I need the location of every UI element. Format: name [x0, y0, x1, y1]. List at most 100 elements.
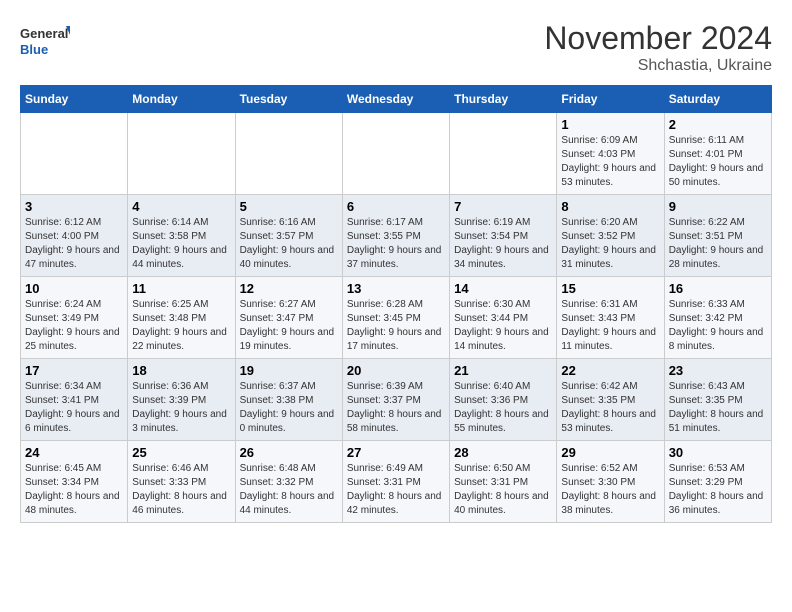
- calendar-week-row: 3Sunrise: 6:12 AMSunset: 4:00 PMDaylight…: [21, 195, 772, 277]
- weekday-header: Monday: [128, 86, 235, 113]
- calendar-cell: 25 Sunrise: 6:46 AMSunset: 3:33 PMDayligh…: [128, 441, 235, 523]
- day-number: 11: [132, 281, 230, 296]
- calendar-cell: 9 Sunrise: 6:22 AMSunset: 3:51 PMDaylight…: [664, 195, 771, 277]
- day-number: 14: [454, 281, 552, 296]
- day-info: Sunrise: 6:50 AMSunset: 3:31 PMDaylight:…: [454, 462, 552, 518]
- calendar-week-row: 1 Sunrise: 6:09 AMSunset: 4:03 PMDaylight…: [21, 113, 772, 195]
- weekday-header: Tuesday: [235, 86, 342, 113]
- day-number: 9: [669, 199, 767, 214]
- day-info: Sunrise: 6:37 AMSunset: 3:38 PMDaylight:…: [240, 380, 338, 436]
- day-number: 30: [669, 445, 767, 460]
- calendar-cell: 21 Sunrise: 6:40 AMSunset: 3:36 PMDayligh…: [450, 359, 557, 441]
- day-number: 13: [347, 281, 445, 296]
- calendar-cell: 29Sunrise: 6:52 AMSunset: 3:30 PMDayligh…: [557, 441, 664, 523]
- day-info: Sunrise: 6:43 AMSunset: 3:35 PMDaylight:…: [669, 380, 767, 436]
- logo: General Blue: [20, 20, 70, 65]
- day-number: 6: [347, 199, 445, 214]
- calendar-week-row: 24 Sunrise: 6:45 AMSunset: 3:34 PMDayligh…: [21, 441, 772, 523]
- day-number: 29: [561, 445, 659, 460]
- calendar-week-row: 10Sunrise: 6:24 AMSunset: 3:49 PMDayligh…: [21, 277, 772, 359]
- day-number: 23: [669, 363, 767, 378]
- day-info: Sunrise: 6:12 AMSunset: 4:00 PMDaylight:…: [25, 216, 123, 272]
- day-info: Sunrise: 6:27 AMSunset: 3:47 PMDaylight:…: [240, 298, 338, 354]
- day-number: 5: [240, 199, 338, 214]
- weekday-header: Thursday: [450, 86, 557, 113]
- weekday-header: Friday: [557, 86, 664, 113]
- day-number: 26: [240, 445, 338, 460]
- calendar-cell: 2Sunrise: 6:11 AMSunset: 4:01 PMDaylight…: [664, 113, 771, 195]
- weekday-header: Sunday: [21, 86, 128, 113]
- calendar-cell: 27Sunrise: 6:49 AMSunset: 3:31 PMDayligh…: [342, 441, 449, 523]
- day-info: Sunrise: 6:30 AMSunset: 3:44 PMDaylight:…: [454, 298, 552, 354]
- calendar-cell: 22 Sunrise: 6:42 AMSunset: 3:35 PMDayligh…: [557, 359, 664, 441]
- day-info: Sunrise: 6:36 AMSunset: 3:39 PMDaylight:…: [132, 380, 230, 436]
- svg-text:Blue: Blue: [20, 42, 48, 57]
- day-number: 16: [669, 281, 767, 296]
- day-number: 18: [132, 363, 230, 378]
- day-info: Sunrise: 6:22 AMSunset: 3:51 PMDaylight:…: [669, 216, 767, 272]
- day-info: Sunrise: 6:53 AMSunset: 3:29 PMDaylight:…: [669, 462, 767, 518]
- calendar-cell: 4Sunrise: 6:14 AMSunset: 3:58 PMDaylight…: [128, 195, 235, 277]
- day-info: Sunrise: 6:17 AMSunset: 3:55 PMDaylight:…: [347, 216, 445, 272]
- day-info: Sunrise: 6:39 AMSunset: 3:37 PMDaylight:…: [347, 380, 445, 436]
- day-info: Sunrise: 6:31 AMSunset: 3:43 PMDaylight:…: [561, 298, 659, 354]
- day-number: 2: [669, 117, 767, 132]
- day-number: 15: [561, 281, 659, 296]
- day-info: Sunrise: 6:40 AMSunset: 3:36 PMDaylight:…: [454, 380, 552, 436]
- weekday-header-row: SundayMondayTuesdayWednesdayThursdayFrid…: [21, 86, 772, 113]
- calendar-cell: 10Sunrise: 6:24 AMSunset: 3:49 PMDayligh…: [21, 277, 128, 359]
- calendar-week-row: 17Sunrise: 6:34 AMSunset: 3:41 PMDayligh…: [21, 359, 772, 441]
- calendar-cell: 20 Sunrise: 6:39 AMSunset: 3:37 PMDayligh…: [342, 359, 449, 441]
- calendar-cell: [342, 113, 449, 195]
- calendar-cell: 17Sunrise: 6:34 AMSunset: 3:41 PMDayligh…: [21, 359, 128, 441]
- calendar-cell: 13 Sunrise: 6:28 AMSunset: 3:45 PMDayligh…: [342, 277, 449, 359]
- calendar-cell: 19 Sunrise: 6:37 AMSunset: 3:38 PMDayligh…: [235, 359, 342, 441]
- day-info: Sunrise: 6:20 AMSunset: 3:52 PMDaylight:…: [561, 216, 659, 272]
- day-number: 10: [25, 281, 123, 296]
- day-info: Sunrise: 6:42 AMSunset: 3:35 PMDaylight:…: [561, 380, 659, 436]
- calendar-cell: 15 Sunrise: 6:31 AMSunset: 3:43 PMDayligh…: [557, 277, 664, 359]
- calendar-table: SundayMondayTuesdayWednesdayThursdayFrid…: [20, 85, 772, 523]
- day-info: Sunrise: 6:34 AMSunset: 3:41 PMDaylight:…: [25, 380, 123, 436]
- day-info: Sunrise: 6:45 AMSunset: 3:34 PMDaylight:…: [25, 462, 123, 518]
- day-info: Sunrise: 6:25 AMSunset: 3:48 PMDaylight:…: [132, 298, 230, 354]
- calendar-cell: 11 Sunrise: 6:25 AMSunset: 3:48 PMDayligh…: [128, 277, 235, 359]
- calendar-cell: 30 Sunrise: 6:53 AMSunset: 3:29 PMDayligh…: [664, 441, 771, 523]
- day-info: Sunrise: 6:09 AMSunset: 4:03 PMDaylight:…: [561, 134, 659, 190]
- calendar-cell: 5 Sunrise: 6:16 AMSunset: 3:57 PMDaylight…: [235, 195, 342, 277]
- calendar-cell: 18 Sunrise: 6:36 AMSunset: 3:39 PMDayligh…: [128, 359, 235, 441]
- day-info: Sunrise: 6:49 AMSunset: 3:31 PMDaylight:…: [347, 462, 445, 518]
- day-info: Sunrise: 6:28 AMSunset: 3:45 PMDaylight:…: [347, 298, 445, 354]
- day-info: Sunrise: 6:48 AMSunset: 3:32 PMDaylight:…: [240, 462, 338, 518]
- day-info: Sunrise: 6:19 AMSunset: 3:54 PMDaylight:…: [454, 216, 552, 272]
- day-info: Sunrise: 6:46 AMSunset: 3:33 PMDaylight:…: [132, 462, 230, 518]
- day-number: 12: [240, 281, 338, 296]
- logo-svg: General Blue: [20, 20, 70, 65]
- day-info: Sunrise: 6:16 AMSunset: 3:57 PMDaylight:…: [240, 216, 338, 272]
- calendar-cell: 28 Sunrise: 6:50 AMSunset: 3:31 PMDayligh…: [450, 441, 557, 523]
- day-number: 22: [561, 363, 659, 378]
- svg-text:General: General: [20, 26, 68, 41]
- title-block: November 2024 Shchastia, Ukraine: [544, 20, 772, 75]
- day-number: 7: [454, 199, 552, 214]
- day-info: Sunrise: 6:33 AMSunset: 3:42 PMDaylight:…: [669, 298, 767, 354]
- page-header: General Blue November 2024 Shchastia, Uk…: [20, 20, 772, 75]
- calendar-cell: 16 Sunrise: 6:33 AMSunset: 3:42 PMDayligh…: [664, 277, 771, 359]
- day-number: 25: [132, 445, 230, 460]
- calendar-cell: 23 Sunrise: 6:43 AMSunset: 3:35 PMDayligh…: [664, 359, 771, 441]
- day-number: 28: [454, 445, 552, 460]
- day-number: 1: [561, 117, 659, 132]
- calendar-cell: 24 Sunrise: 6:45 AMSunset: 3:34 PMDayligh…: [21, 441, 128, 523]
- month-title: November 2024: [544, 20, 772, 57]
- calendar-cell: 8 Sunrise: 6:20 AMSunset: 3:52 PMDaylight…: [557, 195, 664, 277]
- day-number: 24: [25, 445, 123, 460]
- calendar-cell: 3Sunrise: 6:12 AMSunset: 4:00 PMDaylight…: [21, 195, 128, 277]
- day-number: 21: [454, 363, 552, 378]
- day-number: 19: [240, 363, 338, 378]
- calendar-cell: 6 Sunrise: 6:17 AMSunset: 3:55 PMDaylight…: [342, 195, 449, 277]
- day-number: 20: [347, 363, 445, 378]
- calendar-cell: [235, 113, 342, 195]
- day-info: Sunrise: 6:14 AMSunset: 3:58 PMDaylight:…: [132, 216, 230, 272]
- calendar-cell: 14 Sunrise: 6:30 AMSunset: 3:44 PMDayligh…: [450, 277, 557, 359]
- day-number: 8: [561, 199, 659, 214]
